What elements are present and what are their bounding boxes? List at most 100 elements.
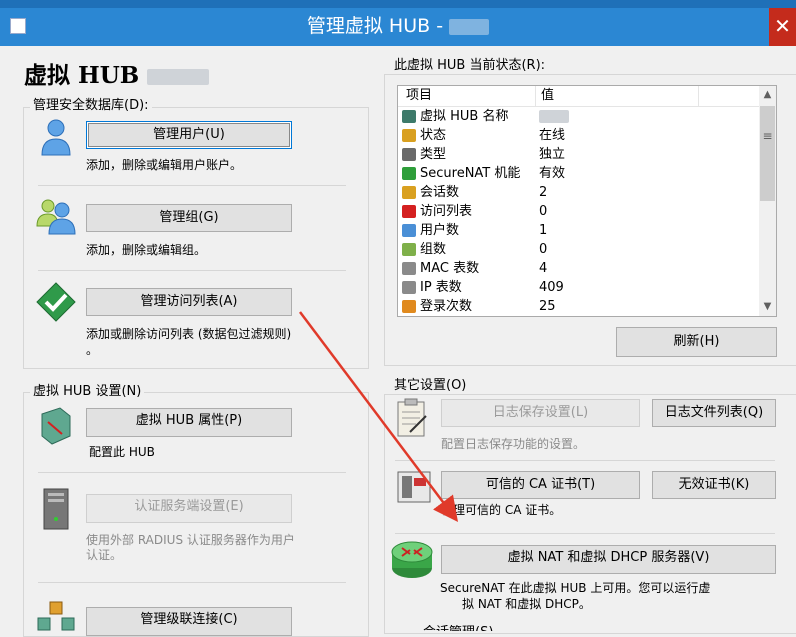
- divider: [38, 185, 346, 186]
- virtual-nat-dhcp-button[interactable]: 虚拟 NAT 和虚拟 DHCP 服务器(V): [441, 545, 776, 574]
- vertical-scrollbar[interactable]: ▲ ≡ ▼: [759, 86, 776, 316]
- status-row-key: 虚拟 HUB 名称: [420, 109, 509, 124]
- divider: [38, 582, 346, 583]
- column-divider: [535, 86, 536, 106]
- scroll-up-arrow-icon[interactable]: ▲: [759, 86, 776, 103]
- radius-settings-button[interactable]: 认证服务端设置(E): [86, 494, 292, 523]
- status-row[interactable]: 登录次数 25: [398, 297, 760, 316]
- status-row[interactable]: SecureNAT 机能 有效: [398, 164, 760, 183]
- clipboard-log-icon: [396, 398, 432, 437]
- column-header-value[interactable]: 值: [541, 86, 554, 106]
- divider: [38, 472, 346, 473]
- status-row-value: 409: [539, 280, 564, 295]
- status-row-key: 类型: [420, 147, 447, 162]
- close-button[interactable]: ✕: [769, 8, 796, 46]
- server-type-icon: [402, 148, 416, 161]
- ip-table-icon: [402, 281, 416, 294]
- divider: [395, 460, 775, 461]
- status-row-value: 0: [539, 242, 548, 257]
- parent-window-strip: [0, 0, 796, 8]
- status-row[interactable]: 状态 在线: [398, 126, 760, 145]
- status-list-header: 项目 值: [398, 86, 760, 107]
- status-legend: 此虚拟 HUB 当前状态(R):: [391, 58, 549, 74]
- status-row-value: 0: [539, 204, 548, 219]
- mac-table-icon: [402, 262, 416, 275]
- status-row[interactable]: 组数 0: [398, 240, 760, 259]
- status-row[interactable]: 类型 独立: [398, 145, 760, 164]
- user-icon: [402, 224, 416, 237]
- window-title-text: 管理虚拟 HUB -: [306, 15, 450, 37]
- session-management-legend: 会话管理(S): [420, 625, 497, 631]
- status-row-key: 组数: [420, 242, 447, 257]
- securenat-icon: [402, 167, 416, 180]
- revoked-certs-button[interactable]: 无效证书(K): [652, 471, 776, 499]
- redacted-hub-name-value: [539, 110, 569, 123]
- redacted-hub-name-heading: [147, 69, 210, 85]
- status-row-value: 2: [539, 185, 548, 200]
- group-icon: [402, 243, 416, 256]
- manage-acl-desc-2: 。: [86, 343, 99, 357]
- refresh-button[interactable]: 刷新(H): [616, 327, 777, 357]
- radius-desc-2: 认证。: [86, 548, 123, 562]
- access-list-icon: [402, 205, 416, 218]
- status-row[interactable]: 虚拟 HUB 名称: [398, 107, 760, 126]
- hub-properties-button[interactable]: 虚拟 HUB 属性(P): [86, 408, 292, 437]
- status-row-key: SecureNAT 机能: [420, 166, 521, 181]
- group-icon: [36, 196, 76, 235]
- cascade-button[interactable]: 管理级联连接(C): [86, 607, 292, 636]
- log-file-list-button[interactable]: 日志文件列表(Q): [652, 399, 776, 427]
- status-row-value: 25: [539, 299, 556, 314]
- server-icon: [40, 487, 76, 530]
- nat-desc-2: 拟 NAT 和虚拟 DHCP。: [462, 597, 591, 611]
- router-icon: [390, 538, 433, 578]
- divider: [38, 270, 346, 271]
- column-header-item[interactable]: 项目: [406, 86, 432, 106]
- status-row-value: 独立: [539, 147, 566, 162]
- manage-users-desc: 添加，删除或编辑用户账户。: [86, 158, 243, 172]
- hub-settings-legend: 虚拟 HUB 设置(N): [30, 384, 145, 400]
- status-list[interactable]: 项目 值 虚拟 HUB 名称 状态 在线类型 独立 SecureNAT 机能 有效会话数 2…: [397, 85, 777, 317]
- status-row-value: 在线: [539, 128, 566, 143]
- manage-groups-desc: 添加，删除或编辑组。: [86, 243, 207, 257]
- certificate-server-icon: [396, 468, 432, 504]
- status-row[interactable]: MAC 表数 4: [398, 259, 760, 278]
- login-icon: [402, 300, 416, 313]
- manage-users-button[interactable]: 管理用户(U): [86, 121, 292, 149]
- trusted-ca-desc: 管理可信的 CA 证书。: [441, 503, 562, 517]
- trusted-ca-button[interactable]: 可信的 CA 证书(T): [441, 471, 640, 499]
- hub-name-label: 虚拟 HUB: [24, 62, 148, 89]
- status-row[interactable]: 会话数 2: [398, 183, 760, 202]
- hub-icon: [402, 110, 416, 123]
- manage-acl-button[interactable]: 管理访问列表(A): [86, 288, 292, 316]
- hub-properties-icon: [38, 406, 74, 445]
- status-row[interactable]: 访问列表 0: [398, 202, 760, 221]
- other-settings-legend: 其它设置(O): [391, 378, 470, 394]
- log-save-settings-button[interactable]: 日志保存设置(L): [441, 399, 640, 427]
- manage-groups-button[interactable]: 管理组(G): [86, 204, 292, 232]
- status-row[interactable]: IP 表数 409: [398, 278, 760, 297]
- window-title: 管理虚拟 HUB -: [0, 14, 796, 38]
- sessions-icon: [402, 186, 416, 199]
- status-row[interactable]: 用户数 1: [398, 221, 760, 240]
- status-row-key: 登录次数: [420, 299, 473, 314]
- security-db-legend: 管理安全数据库(D):: [30, 98, 152, 114]
- status-row-key: 用户数: [420, 223, 460, 238]
- user-icon: [38, 117, 74, 156]
- divider: [395, 533, 775, 534]
- status-row-key: IP 表数: [420, 280, 462, 295]
- checkmark-shield-icon: [36, 282, 76, 322]
- manage-acl-desc-1: 添加或删除访问列表 (数据包过滤规则): [86, 327, 292, 341]
- status-row-value: 有效: [539, 166, 566, 181]
- status-row-key: 访问列表: [420, 204, 473, 219]
- status-row-key: 会话数: [420, 185, 460, 200]
- status-row-key: MAC 表数: [420, 261, 480, 276]
- column-divider: [698, 86, 699, 106]
- nat-desc-1: SecureNAT 在此虚拟 HUB 上可用。您可以运行虚: [440, 581, 711, 595]
- status-row-value: 1: [539, 223, 548, 238]
- status-online-icon: [402, 129, 416, 142]
- scroll-down-arrow-icon[interactable]: ▼: [759, 298, 776, 315]
- status-row-value: 4: [539, 261, 548, 276]
- status-row-key: 状态: [420, 128, 447, 143]
- log-save-desc: 配置日志保存功能的设置。: [441, 437, 586, 451]
- scroll-thumb[interactable]: [760, 106, 775, 201]
